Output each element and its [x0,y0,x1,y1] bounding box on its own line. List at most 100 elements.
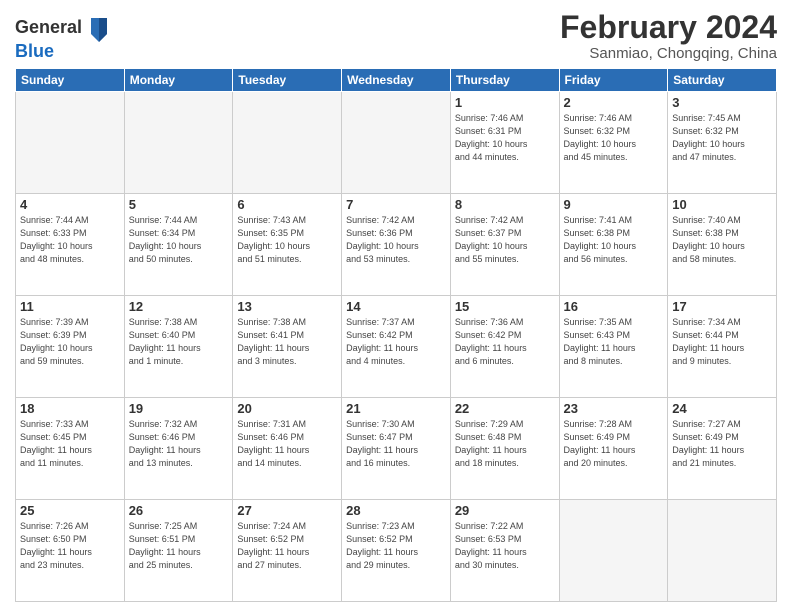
day-info: Sunrise: 7:22 AM Sunset: 6:53 PM Dayligh… [455,520,555,572]
day-info: Sunrise: 7:35 AM Sunset: 6:43 PM Dayligh… [564,316,664,368]
day-info: Sunrise: 7:38 AM Sunset: 6:41 PM Dayligh… [237,316,337,368]
calendar-cell: 17Sunrise: 7:34 AM Sunset: 6:44 PM Dayli… [668,296,777,398]
day-number: 19 [129,401,229,416]
day-number: 9 [564,197,664,212]
day-info: Sunrise: 7:25 AM Sunset: 6:51 PM Dayligh… [129,520,229,572]
calendar-cell: 3Sunrise: 7:45 AM Sunset: 6:32 PM Daylig… [668,92,777,194]
day-info: Sunrise: 7:28 AM Sunset: 6:49 PM Dayligh… [564,418,664,470]
day-number: 15 [455,299,555,314]
day-info: Sunrise: 7:26 AM Sunset: 6:50 PM Dayligh… [20,520,120,572]
day-info: Sunrise: 7:40 AM Sunset: 6:38 PM Dayligh… [672,214,772,266]
day-info: Sunrise: 7:27 AM Sunset: 6:49 PM Dayligh… [672,418,772,470]
calendar-cell [16,92,125,194]
day-number: 13 [237,299,337,314]
day-info: Sunrise: 7:42 AM Sunset: 6:36 PM Dayligh… [346,214,446,266]
day-number: 28 [346,503,446,518]
day-number: 10 [672,197,772,212]
calendar-cell: 2Sunrise: 7:46 AM Sunset: 6:32 PM Daylig… [559,92,668,194]
calendar-cell: 1 Sunrise: 7:46 AM Sunset: 6:31 PM Daylig… [450,92,559,194]
calendar-cell: 27 Sunrise: 7:24 AM Sunset: 6:52 PM Dayli… [233,500,342,602]
day-number: 22 [455,401,555,416]
day-info: Sunrise: 7:46 AM Sunset: 6:31 PM Dayligh… [455,112,555,164]
day-info: Sunrise: 7:43 AM Sunset: 6:35 PM Dayligh… [237,214,337,266]
calendar-cell: 19 Sunrise: 7:32 AM Sunset: 6:46 PM Dayli… [124,398,233,500]
col-header-friday: Friday [559,69,668,92]
day-number: 6 [237,197,337,212]
col-header-saturday: Saturday [668,69,777,92]
day-number: 27 [237,503,337,518]
page: General Blue February 2024 Sanmiao, Chon… [0,0,792,612]
title-area: February 2024 Sanmiao, Chongqing, China [560,10,777,62]
day-number: 26 [129,503,229,518]
calendar-cell: 18 Sunrise: 7:33 AM Sunset: 6:45 PM Dayli… [16,398,125,500]
calendar-cell: 5 Sunrise: 7:44 AM Sunset: 6:34 PM Daylig… [124,194,233,296]
calendar-cell: 28 Sunrise: 7:23 AM Sunset: 6:52 PM Dayli… [342,500,451,602]
calendar-cell: 12 Sunrise: 7:38 AM Sunset: 6:40 PM Dayli… [124,296,233,398]
col-header-thursday: Thursday [450,69,559,92]
day-info: Sunrise: 7:42 AM Sunset: 6:37 PM Dayligh… [455,214,555,266]
day-number: 16 [564,299,664,314]
calendar-cell: 10 Sunrise: 7:40 AM Sunset: 6:38 PM Dayli… [668,194,777,296]
calendar-cell: 24Sunrise: 7:27 AM Sunset: 6:49 PM Dayli… [668,398,777,500]
day-info: Sunrise: 7:44 AM Sunset: 6:34 PM Dayligh… [129,214,229,266]
day-info: Sunrise: 7:33 AM Sunset: 6:45 PM Dayligh… [20,418,120,470]
logo-blue: Blue [15,42,109,62]
day-number: 4 [20,197,120,212]
day-info: Sunrise: 7:24 AM Sunset: 6:52 PM Dayligh… [237,520,337,572]
logo-general: General [15,14,109,42]
day-number: 20 [237,401,337,416]
col-header-sunday: Sunday [16,69,125,92]
calendar-cell: 20 Sunrise: 7:31 AM Sunset: 6:46 PM Dayli… [233,398,342,500]
calendar-cell [124,92,233,194]
day-info: Sunrise: 7:37 AM Sunset: 6:42 PM Dayligh… [346,316,446,368]
day-number: 12 [129,299,229,314]
calendar-cell: 22Sunrise: 7:29 AM Sunset: 6:48 PM Dayli… [450,398,559,500]
day-number: 7 [346,197,446,212]
calendar-cell: 15Sunrise: 7:36 AM Sunset: 6:42 PM Dayli… [450,296,559,398]
calendar-cell: 14Sunrise: 7:37 AM Sunset: 6:42 PM Dayli… [342,296,451,398]
week-row-1: 4 Sunrise: 7:44 AM Sunset: 6:33 PM Daylig… [16,194,777,296]
calendar-cell: 13 Sunrise: 7:38 AM Sunset: 6:41 PM Dayli… [233,296,342,398]
day-number: 25 [20,503,120,518]
day-number: 18 [20,401,120,416]
day-info: Sunrise: 7:45 AM Sunset: 6:32 PM Dayligh… [672,112,772,164]
calendar-cell: 8 Sunrise: 7:42 AM Sunset: 6:37 PM Daylig… [450,194,559,296]
col-header-monday: Monday [124,69,233,92]
calendar-cell [559,500,668,602]
week-row-3: 18 Sunrise: 7:33 AM Sunset: 6:45 PM Dayli… [16,398,777,500]
day-number: 5 [129,197,229,212]
day-number: 1 [455,95,555,110]
day-number: 21 [346,401,446,416]
day-number: 11 [20,299,120,314]
main-title: February 2024 [560,10,777,45]
week-row-4: 25 Sunrise: 7:26 AM Sunset: 6:50 PM Dayli… [16,500,777,602]
day-info: Sunrise: 7:44 AM Sunset: 6:33 PM Dayligh… [20,214,120,266]
day-number: 8 [455,197,555,212]
day-number: 29 [455,503,555,518]
day-info: Sunrise: 7:39 AM Sunset: 6:39 PM Dayligh… [20,316,120,368]
calendar-cell: 11 Sunrise: 7:39 AM Sunset: 6:39 PM Dayli… [16,296,125,398]
calendar-cell: 21 Sunrise: 7:30 AM Sunset: 6:47 PM Dayli… [342,398,451,500]
day-info: Sunrise: 7:38 AM Sunset: 6:40 PM Dayligh… [129,316,229,368]
calendar-cell: 7 Sunrise: 7:42 AM Sunset: 6:36 PM Daylig… [342,194,451,296]
calendar-cell [233,92,342,194]
calendar-cell [342,92,451,194]
calendar-cell: 6 Sunrise: 7:43 AM Sunset: 6:35 PM Daylig… [233,194,342,296]
calendar-cell: 26 Sunrise: 7:25 AM Sunset: 6:51 PM Dayli… [124,500,233,602]
calendar-cell: 16 Sunrise: 7:35 AM Sunset: 6:43 PM Dayli… [559,296,668,398]
calendar-cell: 9Sunrise: 7:41 AM Sunset: 6:38 PM Daylig… [559,194,668,296]
calendar-cell: 23Sunrise: 7:28 AM Sunset: 6:49 PM Dayli… [559,398,668,500]
calendar-cell: 4 Sunrise: 7:44 AM Sunset: 6:33 PM Daylig… [16,194,125,296]
calendar-header-row: SundayMondayTuesdayWednesdayThursdayFrid… [16,69,777,92]
day-info: Sunrise: 7:34 AM Sunset: 6:44 PM Dayligh… [672,316,772,368]
sub-title: Sanmiao, Chongqing, China [560,45,777,62]
calendar-cell: 29 Sunrise: 7:22 AM Sunset: 6:53 PM Dayli… [450,500,559,602]
day-info: Sunrise: 7:32 AM Sunset: 6:46 PM Dayligh… [129,418,229,470]
day-info: Sunrise: 7:23 AM Sunset: 6:52 PM Dayligh… [346,520,446,572]
day-info: Sunrise: 7:30 AM Sunset: 6:47 PM Dayligh… [346,418,446,470]
day-info: Sunrise: 7:31 AM Sunset: 6:46 PM Dayligh… [237,418,337,470]
logo: General Blue [15,14,109,62]
col-header-tuesday: Tuesday [233,69,342,92]
calendar-table: SundayMondayTuesdayWednesdayThursdayFrid… [15,68,777,602]
col-header-wednesday: Wednesday [342,69,451,92]
